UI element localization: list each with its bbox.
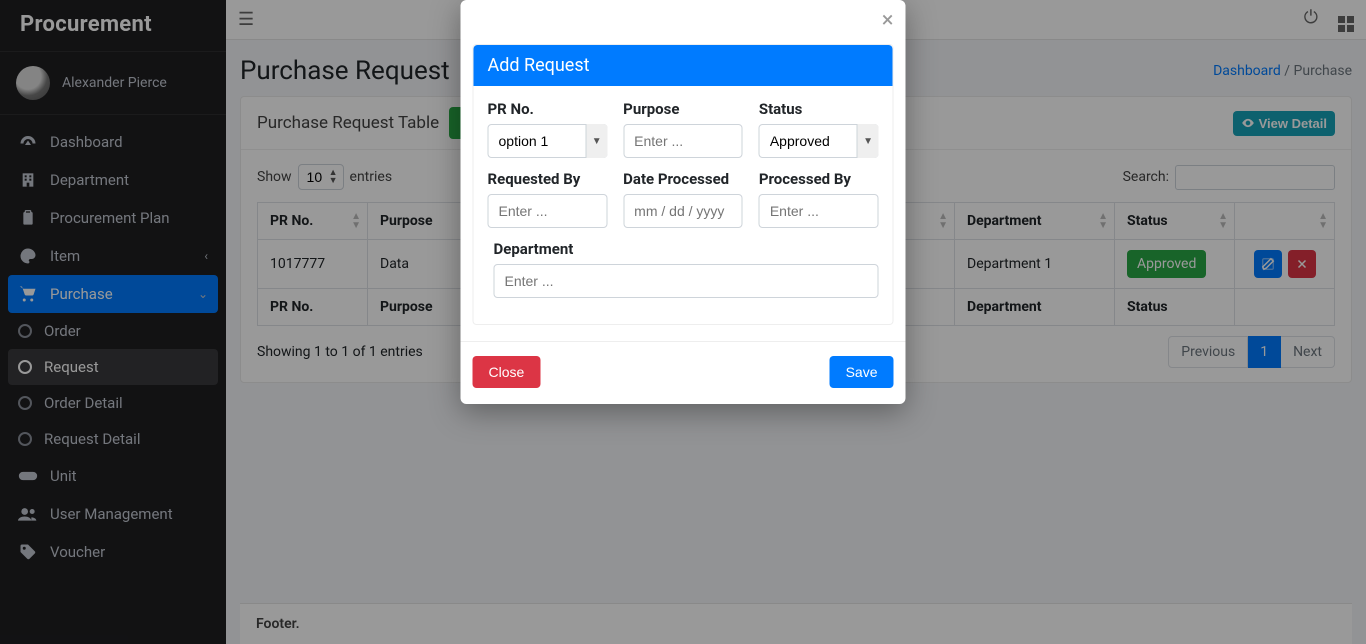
modal-save-button[interactable]: Save <box>830 356 894 388</box>
label-status: Status <box>759 100 879 118</box>
label-date-processed: Date Processed <box>623 170 743 188</box>
label-requested-by: Requested By <box>488 170 608 188</box>
requested-by-input[interactable] <box>488 194 608 228</box>
pr-no-select[interactable]: option 1 <box>488 124 608 158</box>
modal-close-action-button[interactable]: Close <box>473 356 541 388</box>
modal-close-button[interactable]: × <box>882 10 894 32</box>
date-processed-input[interactable] <box>623 194 743 228</box>
purpose-input[interactable] <box>623 124 743 158</box>
label-pr-no: PR No. <box>488 100 608 118</box>
processed-by-input[interactable] <box>759 194 879 228</box>
status-select[interactable]: Approved <box>759 124 879 158</box>
label-department: Department <box>494 240 879 258</box>
label-purpose: Purpose <box>623 100 743 118</box>
label-processed-by: Processed By <box>759 170 879 188</box>
add-request-modal: × Add Request PR No. option 1 ▼ Purpose <box>461 0 906 404</box>
modal-title: Add Request <box>474 45 893 86</box>
department-input[interactable] <box>494 264 879 298</box>
